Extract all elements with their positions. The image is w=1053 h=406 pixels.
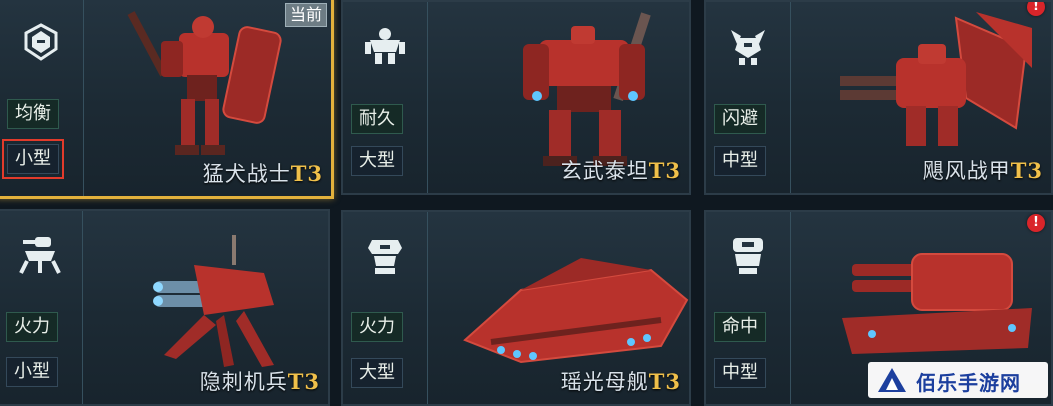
role-tag: 火力 (351, 312, 403, 342)
size-tag: 小型 (6, 357, 58, 387)
firepower-class-icon (19, 237, 61, 274)
size-tag: 大型 (351, 146, 403, 176)
mech-tier: T3 (648, 369, 681, 394)
mech-image-xuanwu-titan (523, 12, 651, 166)
size-tag: 中型 (714, 358, 766, 388)
accuracy-class-icon (733, 238, 763, 274)
alert-badge: ! (1027, 2, 1045, 16)
role-tag: 均衡 (7, 99, 59, 129)
role-tag: 闪避 (714, 104, 766, 134)
mech-image-guard-dog (127, 11, 282, 155)
card-sidebar: 闪避 中型 (706, 2, 791, 193)
mech-card-3[interactable]: 闪避 中型 飓风战甲T3 ! (704, 0, 1053, 195)
size-tag: 中型 (714, 146, 766, 176)
current-badge: 当前 (284, 3, 327, 27)
role-tag: 命中 (714, 312, 766, 342)
mech-name: 玄武泰坦T3 (560, 158, 681, 183)
durable-class-icon (365, 28, 405, 64)
size-tag: 大型 (351, 358, 403, 388)
role-tag: 耐久 (351, 104, 403, 134)
mech-image-stealth-stinger (153, 235, 274, 367)
mech-image-accuracy-tank (842, 253, 1032, 354)
mech-name: 飓风战甲T3 (922, 158, 1043, 183)
mech-image-yaoguang-mothership (463, 258, 689, 364)
evasion-class-icon (731, 30, 765, 65)
mech-tier: T3 (1010, 158, 1043, 183)
card-sidebar: 命中 中型 (706, 212, 791, 404)
mech-card-1[interactable]: 均衡 小型 当前 猛犬战士T3 (0, 0, 334, 199)
role-tag: 火力 (6, 312, 58, 342)
mech-name: 瑶光母舰T3 (560, 369, 681, 394)
mech-tier: T3 (648, 158, 681, 183)
balanced-class-icon (24, 23, 58, 61)
mech-card-5[interactable]: 火力 大型 瑶光母舰T3 (341, 210, 691, 406)
card-sidebar: 火力 大型 (343, 212, 428, 404)
mech-image-hurricane-armor (840, 12, 1032, 146)
mech-tier: T3 (290, 161, 323, 186)
mech-card-4[interactable]: 火力 小型 隐刺机兵T3 (0, 209, 330, 406)
triangle-logo-icon (878, 368, 906, 392)
mech-name: 猛犬战士T3 (202, 161, 323, 186)
card-sidebar: 耐久 大型 (343, 2, 428, 193)
firepower-heavy-class-icon (368, 240, 402, 274)
mech-tier: T3 (287, 369, 320, 394)
site-watermark: 佰乐手游网 (868, 362, 1048, 398)
mech-card-2[interactable]: 耐久 大型 玄武泰坦T3 (341, 0, 691, 195)
card-sidebar: 均衡 小型 (0, 0, 84, 196)
alert-badge: ! (1027, 214, 1045, 232)
size-tag: 小型 (2, 139, 64, 179)
watermark-text: 佰乐手游网 (916, 371, 1021, 395)
card-sidebar: 火力 小型 (0, 211, 83, 404)
mech-name: 隐刺机兵T3 (199, 369, 320, 394)
